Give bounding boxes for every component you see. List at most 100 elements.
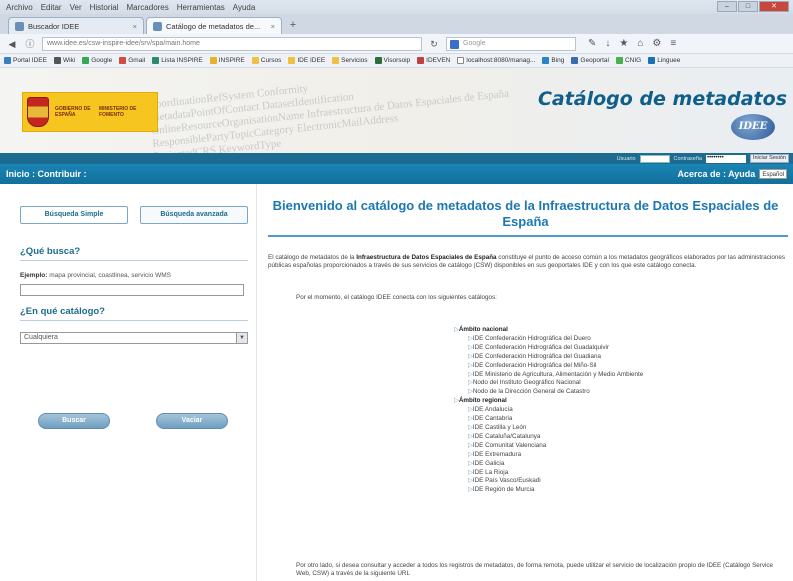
list-item[interactable]: IDE Región de Murcia	[454, 486, 643, 495]
close-tab-icon[interactable]: ×	[271, 22, 275, 31]
menu-historial[interactable]: Historial	[90, 3, 119, 12]
maximize-icon[interactable]: □	[738, 1, 758, 12]
info-icon[interactable]: ⓘ	[24, 38, 36, 50]
menu-editar[interactable]: Editar	[41, 3, 62, 12]
bookmark-icon	[251, 57, 259, 64]
bookmark-label: IDEVEN	[426, 57, 451, 64]
government-logo[interactable]: GOBIERNO DE ESPAÑA MINISTERIO DE FOMENTO	[22, 92, 158, 132]
home-icon[interactable]: ⌂	[637, 38, 643, 49]
bookmark-label: Google	[91, 57, 113, 64]
close-tab-icon[interactable]: ×	[133, 22, 137, 31]
example-value: mapa provincial, coastlinea, servicio WM…	[49, 272, 172, 279]
list-item[interactable]: IDE Ministerio de Agricultura, Alimentac…	[454, 371, 643, 380]
bookmark-item[interactable]: Bing	[542, 57, 564, 64]
username-field[interactable]	[639, 154, 670, 163]
language-select[interactable]: Español	[759, 169, 787, 179]
idee-logo[interactable]: IDEE	[731, 114, 775, 140]
bookmark-item[interactable]: Visorsoip	[374, 57, 410, 64]
search-button[interactable]: Buscar	[38, 413, 110, 429]
menu-ayuda[interactable]: Ayuda	[233, 3, 256, 12]
bookmark-label: Lista INSPIRE	[161, 57, 203, 64]
minimize-icon[interactable]: –	[717, 1, 737, 12]
search-box[interactable]: Google	[446, 36, 576, 51]
bookmark-icon	[615, 57, 623, 64]
password-field[interactable]: ••••••••	[705, 154, 746, 163]
settings-icon[interactable]: ⚙	[652, 38, 661, 49]
bookmark-item[interactable]: Gmail	[119, 57, 145, 64]
main-content: Bienvenido al catálogo de metadatos de l…	[258, 184, 793, 581]
bookmark-item[interactable]: Cursos	[251, 57, 281, 64]
nav-left-links[interactable]: Inicio : Contribuir :	[6, 169, 87, 179]
tab-buscador[interactable]: Buscador IDEE ×	[8, 17, 144, 34]
menu-herramientas[interactable]: Herramientas	[177, 3, 225, 12]
menu-ver[interactable]: Ver	[70, 3, 82, 12]
list-item[interactable]: IDE Extremadura	[454, 451, 643, 460]
clear-button[interactable]: Vaciar	[156, 413, 228, 429]
list-item[interactable]: IDE Castilla y León	[454, 424, 643, 433]
menu-icon[interactable]: ≡	[670, 38, 676, 49]
tab-catalogo[interactable]: Catálogo de metadatos de... ×	[146, 17, 282, 34]
reload-icon[interactable]: ↻	[428, 38, 440, 50]
bookmark-item[interactable]: Geoportal	[571, 57, 609, 64]
menu-archivo[interactable]: Archivo	[6, 3, 33, 12]
url-text: www.idee.es/csw-inspire-idee/srv/spa/mai…	[47, 39, 200, 47]
list-item[interactable]: IDE Cantabria	[454, 415, 643, 424]
divider	[20, 320, 248, 321]
chevron-down-icon[interactable]: ▼	[236, 333, 247, 343]
group-regional: Ámbito regional	[454, 397, 643, 406]
list-item[interactable]: IDE Andalucía	[454, 406, 643, 415]
list-item[interactable]: IDE Cataluña/Catalunya	[454, 433, 643, 442]
close-window-icon[interactable]: ✕	[759, 1, 789, 12]
bookmark-item[interactable]: Linguee	[648, 57, 680, 64]
nav-right-links[interactable]: Acerca de : Ayuda	[677, 169, 755, 179]
connect-paragraph: Por el momento, el catálogo IDEE conecta…	[296, 294, 497, 301]
bookmark-item[interactable]: Google	[82, 57, 112, 64]
bookmark-item[interactable]: IDEVEN	[417, 57, 450, 64]
tab-simple-search[interactable]: Búsqueda Simple	[20, 206, 128, 224]
list-item[interactable]: IDE Confederación Hidrográfica del Duero	[454, 335, 643, 344]
bookmarks-bar: Portal IDEE Wiki Google Gmail Lista INSP…	[0, 54, 793, 68]
bookmark-item[interactable]: CNIG	[615, 57, 641, 64]
list-item[interactable]: IDE País Vasco/Euskadi	[454, 477, 643, 486]
bookmark-item[interactable]: Servicios	[332, 57, 368, 64]
example-text: Ejemplo: mapa provincial, coastlinea, se…	[20, 272, 171, 279]
list-item[interactable]: IDE Galicia	[454, 460, 643, 469]
list-item[interactable]: Nodo del Instituto Geográfico Nacional	[454, 379, 643, 388]
bookmark-star-icon[interactable]: ★	[619, 38, 628, 49]
new-tab-button[interactable]: +	[284, 19, 302, 34]
pen-icon[interactable]: ✎	[588, 38, 596, 49]
back-icon[interactable]: ◀	[6, 38, 18, 50]
gov-text: GOBIERNO DE ESPAÑA	[55, 106, 91, 118]
list-item[interactable]: IDE Confederación Hidrográfica del Miño-…	[454, 362, 643, 371]
search-tabs: Búsqueda Simple Búsqueda avanzada	[20, 206, 248, 224]
download-icon[interactable]: ↓	[605, 38, 610, 49]
bookmark-item[interactable]: Lista INSPIRE	[152, 57, 203, 64]
bookmark-item[interactable]: IDE IDEE	[288, 57, 325, 64]
list-item[interactable]: IDE Confederación Hidrográfica del Guadi…	[454, 353, 643, 362]
bookmark-icon	[648, 57, 656, 64]
tab-label: Catálogo de metadatos de...	[166, 21, 261, 31]
bookmark-item[interactable]: localhost:8080/manag...	[457, 57, 535, 64]
bookmark-icon	[4, 57, 11, 64]
browser-menubar: Archivo Editar Ver Historial Marcadores …	[0, 0, 793, 14]
list-item[interactable]: Nodo de la Dirección General de Catastro	[454, 388, 643, 397]
catalog-list: Ámbito nacional IDE Confederación Hidrog…	[454, 326, 643, 495]
tab-advanced-search[interactable]: Búsqueda avanzada	[140, 206, 248, 224]
catalog-select[interactable]: Cualquiera ▼	[20, 332, 248, 344]
bookmark-label: Wiki	[62, 57, 76, 64]
bookmark-item[interactable]: INSPIRE	[209, 57, 245, 64]
list-item[interactable]: IDE La Rioja	[454, 469, 643, 478]
list-item[interactable]: IDE Comunitat Valenciana	[454, 442, 643, 451]
search-placeholder: Google	[463, 39, 486, 47]
list-item[interactable]: IDE Confederación Hidrográfica del Guada…	[454, 344, 643, 353]
favicon-icon	[15, 21, 24, 31]
login-button[interactable]: Iniciar Sesión	[749, 154, 789, 163]
bookmark-icon	[417, 57, 425, 64]
group-nacional: Ámbito nacional	[454, 326, 643, 335]
query-input[interactable]	[20, 284, 244, 296]
address-bar[interactable]: www.idee.es/csw-inspire-idee/srv/spa/mai…	[42, 36, 422, 51]
bookmark-item[interactable]: Wiki	[53, 57, 76, 64]
bookmark-item[interactable]: Portal IDEE	[4, 57, 47, 64]
catalog-selected-value: Cualquiera	[24, 334, 58, 341]
menu-marcadores[interactable]: Marcadores	[127, 3, 169, 12]
